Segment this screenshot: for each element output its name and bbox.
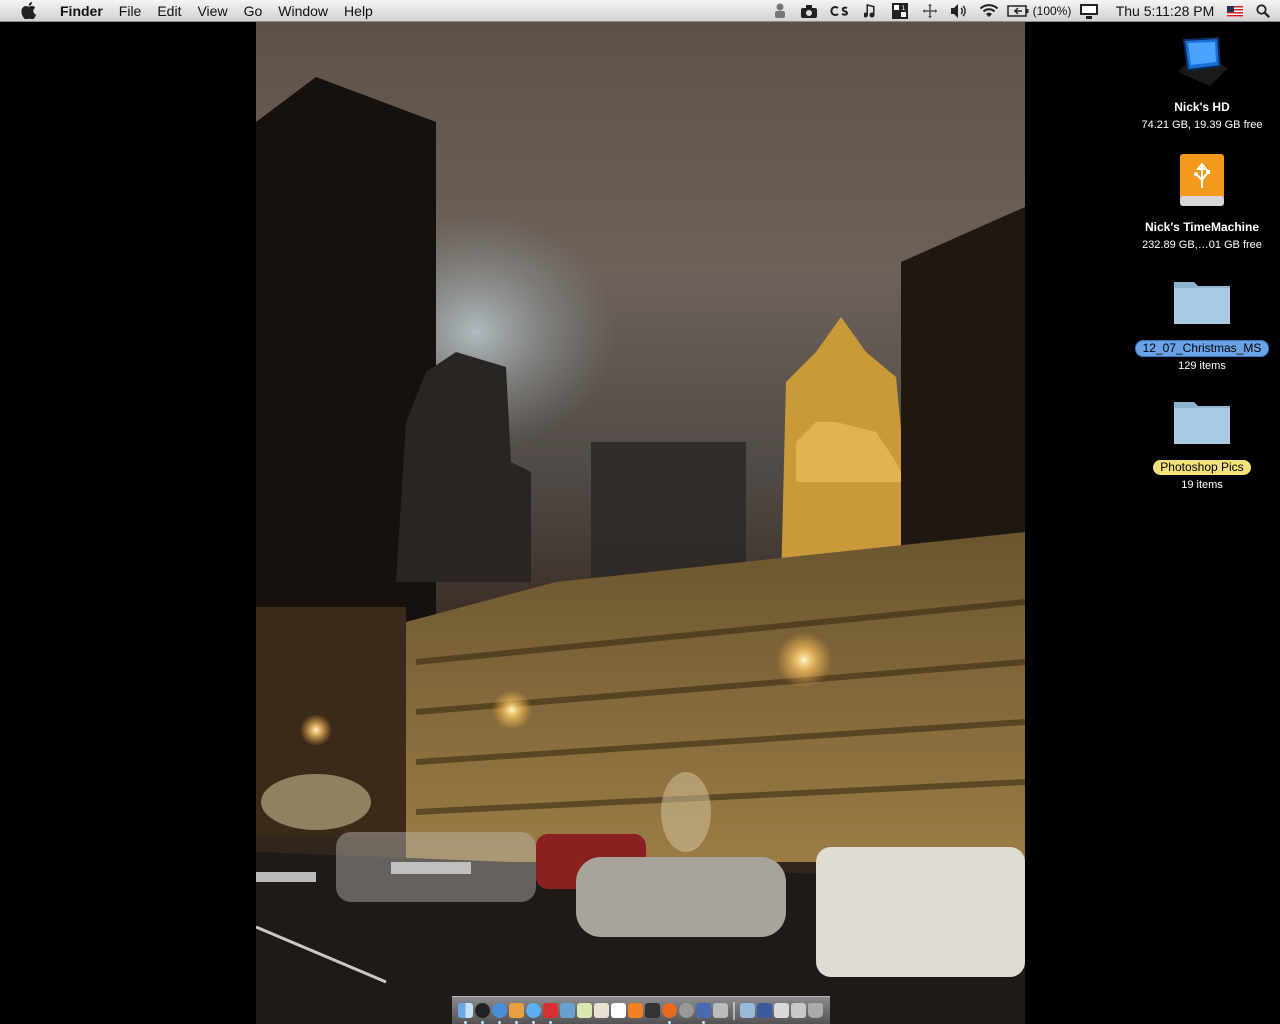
mail-stack-icon[interactable]	[791, 1003, 806, 1018]
camera-icon[interactable]	[794, 0, 824, 22]
desktop-icon-photoshop-pics[interactable]: Photoshop Pics 19 items	[1127, 390, 1277, 491]
battery-percentage[interactable]: (100%)	[1032, 0, 1072, 22]
itunes-icon[interactable]	[526, 1003, 541, 1024]
desktop-icon-12-07-christmas-ms[interactable]: 12_07_Christmas_MS 129 items	[1127, 270, 1277, 372]
firefox-icon[interactable]	[662, 1003, 677, 1024]
icon-label: Nick's TimeMachine	[1144, 220, 1259, 234]
dock	[452, 996, 830, 1024]
folder-stack-icon[interactable]	[740, 1003, 755, 1018]
dock-separator	[733, 1001, 735, 1020]
menu-view[interactable]: View	[189, 0, 235, 22]
music-note-icon[interactable]	[856, 0, 884, 22]
spaces-icon[interactable]: 1	[884, 0, 916, 22]
safari-icon[interactable]	[492, 1003, 507, 1024]
icon-info: 74.21 GB, 19.39 GB free	[1141, 119, 1263, 131]
ical-icon[interactable]	[611, 1003, 626, 1018]
textedit-icon[interactable]	[594, 1003, 609, 1018]
desktop-wallpaper	[256, 22, 1025, 1024]
preview-icon[interactable]	[577, 1003, 592, 1018]
icon-label: Photoshop Pics	[1153, 460, 1251, 475]
svg-text:1: 1	[902, 5, 906, 12]
accessibility-icon[interactable]	[766, 0, 794, 22]
menu-edit[interactable]: Edit	[149, 0, 189, 22]
volume-icon[interactable]	[944, 0, 974, 22]
apple-menu-icon[interactable]	[18, 0, 38, 22]
icon-info: 19 items	[1181, 479, 1223, 491]
cs-icon[interactable]	[824, 0, 856, 22]
icon-label: Nick's HD	[1174, 100, 1230, 114]
us-flag-icon[interactable]	[1224, 0, 1246, 22]
expose-icon[interactable]	[916, 0, 944, 22]
desktop-icon-nicks-hd[interactable]: Nick's HD 74.21 GB, 19.39 GB free	[1127, 30, 1277, 131]
trash-app-icon[interactable]	[713, 1003, 728, 1018]
icon-info: 129 items	[1178, 360, 1226, 372]
finder-icon[interactable]	[458, 1003, 473, 1024]
xcode-icon[interactable]	[696, 1003, 711, 1024]
vlc-icon[interactable]	[628, 1003, 643, 1018]
folder-icon	[1170, 390, 1234, 454]
system-preferences-icon[interactable]	[679, 1003, 694, 1018]
wifi-icon[interactable]	[974, 0, 1004, 22]
hard-drive-icon	[1170, 30, 1234, 94]
usb-drive-icon	[1170, 150, 1234, 214]
menu-help[interactable]: Help	[336, 0, 381, 22]
battery-icon[interactable]	[1004, 0, 1032, 22]
desktop-icon-nicks-timemachine[interactable]: Nick's TimeMachine 232.89 GB,…01 GB free	[1127, 150, 1277, 251]
menu-window[interactable]: Window	[270, 0, 336, 22]
menu-app-finder[interactable]: Finder	[52, 0, 111, 22]
menu-go[interactable]: Go	[236, 0, 271, 22]
menu-clock[interactable]: Thu 5:11:28 PM	[1106, 0, 1224, 22]
documents-stack-icon[interactable]	[774, 1003, 789, 1018]
dashboard-icon[interactable]	[475, 1003, 490, 1024]
downloads-stack-icon[interactable]	[757, 1003, 772, 1018]
menu-bar: Finder File Edit View Go Window Help 1 (…	[0, 0, 1280, 22]
adium-icon[interactable]	[509, 1003, 524, 1024]
spotlight-icon[interactable]	[1246, 0, 1280, 22]
display-icon[interactable]	[1072, 0, 1106, 22]
iphoto-icon[interactable]	[560, 1003, 575, 1018]
icon-info: 232.89 GB,…01 GB free	[1142, 239, 1262, 251]
trash-icon[interactable]	[808, 1003, 823, 1018]
icon-label: 12_07_Christmas_MS	[1134, 340, 1270, 357]
terminal-icon[interactable]	[645, 1003, 660, 1018]
folder-icon	[1170, 270, 1234, 334]
menu-file[interactable]: File	[111, 0, 150, 22]
photo-booth-icon[interactable]	[543, 1003, 558, 1024]
